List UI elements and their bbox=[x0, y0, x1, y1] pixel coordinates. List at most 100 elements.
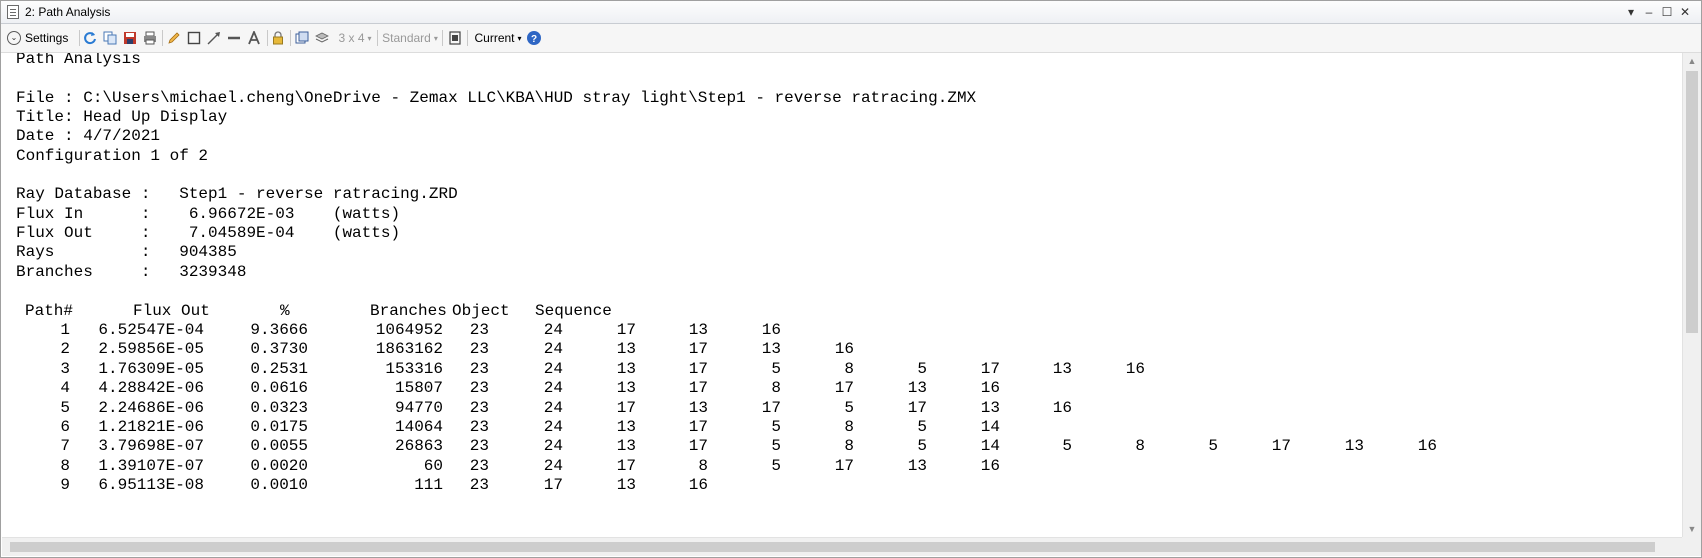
vertical-scroll-thumb[interactable] bbox=[1686, 71, 1698, 333]
refresh-icon[interactable] bbox=[81, 29, 99, 47]
cell-sequence: 5 bbox=[917, 418, 927, 436]
cell-path: 6 bbox=[60, 418, 70, 436]
flux-out-line: Flux Out : 7.04589E-04 (watts) bbox=[16, 224, 401, 242]
rays-line: Rays : 904385 bbox=[16, 243, 237, 261]
cell-sequence: 13 bbox=[616, 379, 636, 398]
layout-dropdown[interactable]: 3 x 4 ▾ bbox=[337, 29, 373, 47]
header-object: Object bbox=[452, 302, 510, 320]
cell-sequence: 17 bbox=[907, 398, 927, 417]
window-menu-button[interactable]: ▾ bbox=[1622, 3, 1640, 21]
cell-sequence: 17 bbox=[688, 340, 708, 359]
cell-sequence: 17 bbox=[1271, 437, 1291, 456]
table-row: 1 6.52547E-04 9.3666 1064952 23 24 17 13 16 bbox=[2, 320, 1682, 341]
cell-path: 7 bbox=[60, 437, 70, 456]
line-icon[interactable] bbox=[225, 29, 243, 47]
cell-sequence: 24 bbox=[543, 321, 563, 339]
cell-sequence: 24 bbox=[543, 456, 563, 475]
cell-sequence: 17 bbox=[834, 379, 854, 398]
save-icon[interactable] bbox=[121, 29, 139, 47]
cell-sequence: 16 bbox=[1417, 437, 1437, 456]
chevron-down-icon: ▾ bbox=[517, 33, 522, 43]
vertical-scrollbar[interactable]: ▲ ▼ bbox=[1682, 53, 1701, 537]
cell-sequence: 13 bbox=[907, 379, 927, 398]
cell-sequence: 8 bbox=[1135, 437, 1145, 456]
cell-sequence: 24 bbox=[543, 398, 563, 417]
table-row: 7 3.79698E-07 0.0055 26863 23 24 13 17 5 8 5 14 5 8 5 1… bbox=[2, 436, 1682, 457]
rectangle-icon[interactable] bbox=[185, 29, 203, 47]
cell-sequence: 13 bbox=[980, 398, 1000, 417]
pencil-icon[interactable] bbox=[165, 29, 183, 47]
cell-sequence: 13 bbox=[688, 398, 708, 417]
table-header: Path# Flux Out % Branches Object Sequenc… bbox=[2, 301, 1682, 322]
cell-sequence: 13 bbox=[1052, 359, 1072, 378]
scroll-up-icon[interactable]: ▲ bbox=[1683, 53, 1701, 69]
standard-label: Standard bbox=[382, 31, 431, 45]
cell-sequence: 14 bbox=[980, 437, 1000, 456]
cell-object: 23 bbox=[469, 398, 489, 417]
toolbar-separator bbox=[377, 30, 378, 46]
cell-sequence: 13 bbox=[616, 476, 636, 495]
branches-line: Branches : 3239348 bbox=[16, 263, 247, 281]
cell-sequence: 16 bbox=[1052, 398, 1072, 417]
maximize-button[interactable]: ☐ bbox=[1658, 3, 1676, 21]
cell-sequence: 17 bbox=[688, 359, 708, 378]
cell-sequence: 24 bbox=[543, 340, 563, 359]
toolbar-separator bbox=[442, 30, 443, 46]
cell-sequence: 13 bbox=[688, 321, 708, 339]
cell-sequence: 24 bbox=[543, 418, 563, 436]
cell-sequence: 5 bbox=[844, 398, 854, 417]
cell-sequence: 8 bbox=[698, 456, 708, 475]
cell-percent: 0.0010 bbox=[250, 476, 308, 495]
cell-sequence: 16 bbox=[761, 321, 781, 339]
cell-flux-out: 1.39107E-07 bbox=[98, 456, 205, 475]
cell-branches: 1863162 bbox=[375, 340, 444, 359]
cell-branches: 111 bbox=[414, 476, 443, 495]
text-icon[interactable] bbox=[245, 29, 263, 47]
table-row: 9 6.95113E-08 0.0010 111 23 17 13 16 bbox=[2, 475, 1682, 496]
path-analysis-window: 2: Path Analysis ▾ – ☐ ✕ ⌄ Settings 3 x … bbox=[0, 0, 1702, 558]
table-row: 4 4.28842E-06 0.0616 15807 23 24 13 17 8 17 13 16 bbox=[2, 378, 1682, 399]
cell-flux-out: 1.21821E-06 bbox=[98, 418, 205, 436]
cell-sequence: 13 bbox=[907, 456, 927, 475]
current-dropdown[interactable]: Current ▾ bbox=[473, 29, 523, 47]
cell-percent: 0.0323 bbox=[250, 398, 308, 417]
settings-button[interactable]: ⌄ Settings bbox=[7, 29, 75, 47]
toolbar-separator bbox=[267, 30, 268, 46]
cell-sequence: 13 bbox=[761, 340, 781, 359]
cell-percent: 0.0616 bbox=[250, 379, 308, 398]
cell-path: 2 bbox=[60, 340, 70, 359]
cell-sequence: 13 bbox=[616, 359, 636, 378]
horizontal-scroll-thumb[interactable] bbox=[10, 542, 1655, 552]
table-row: 3 1.76309E-05 0.2531 153316 23 24 13 17 5 8 5 17 13 1… bbox=[2, 359, 1682, 380]
report-text-area[interactable]: Path Analysis File : C:\Users\michael.ch… bbox=[2, 53, 1682, 537]
cell-percent: 0.0175 bbox=[250, 418, 308, 436]
cell-sequence: 24 bbox=[543, 359, 563, 378]
lock-icon[interactable] bbox=[269, 29, 287, 47]
cell-sequence: 13 bbox=[1344, 437, 1364, 456]
cell-branches: 15807 bbox=[395, 379, 444, 398]
cell-object: 23 bbox=[469, 456, 489, 475]
copy-icon[interactable] bbox=[101, 29, 119, 47]
minimize-button[interactable]: – bbox=[1640, 3, 1658, 21]
scroll-down-icon[interactable]: ▼ bbox=[1683, 521, 1701, 537]
horizontal-scrollbar[interactable] bbox=[2, 537, 1682, 556]
ray-database-line: Ray Database : Step1 - reverse ratracing… bbox=[16, 185, 458, 203]
file-line: File : C:\Users\michael.cheng\OneDrive -… bbox=[16, 89, 977, 107]
print-icon[interactable] bbox=[141, 29, 159, 47]
chevron-down-icon: ▾ bbox=[367, 33, 372, 43]
cell-sequence: 17 bbox=[616, 321, 636, 339]
layers-icon[interactable] bbox=[313, 29, 331, 47]
cell-flux-out: 6.52547E-04 bbox=[98, 321, 205, 339]
line-arrow-icon[interactable] bbox=[205, 29, 223, 47]
cell-path: 8 bbox=[60, 456, 70, 475]
fit-icon[interactable] bbox=[447, 29, 463, 47]
cell-sequence: 16 bbox=[1125, 359, 1145, 378]
close-button[interactable]: ✕ bbox=[1676, 3, 1694, 21]
cell-sequence: 8 bbox=[844, 418, 854, 436]
standard-dropdown[interactable]: Standard ▾ bbox=[382, 29, 438, 47]
cell-path: 1 bbox=[60, 321, 70, 339]
help-icon[interactable]: ? bbox=[525, 29, 543, 47]
cell-sequence: 5 bbox=[1208, 437, 1218, 456]
cell-sequence: 16 bbox=[834, 340, 854, 359]
window-icon[interactable] bbox=[293, 29, 311, 47]
